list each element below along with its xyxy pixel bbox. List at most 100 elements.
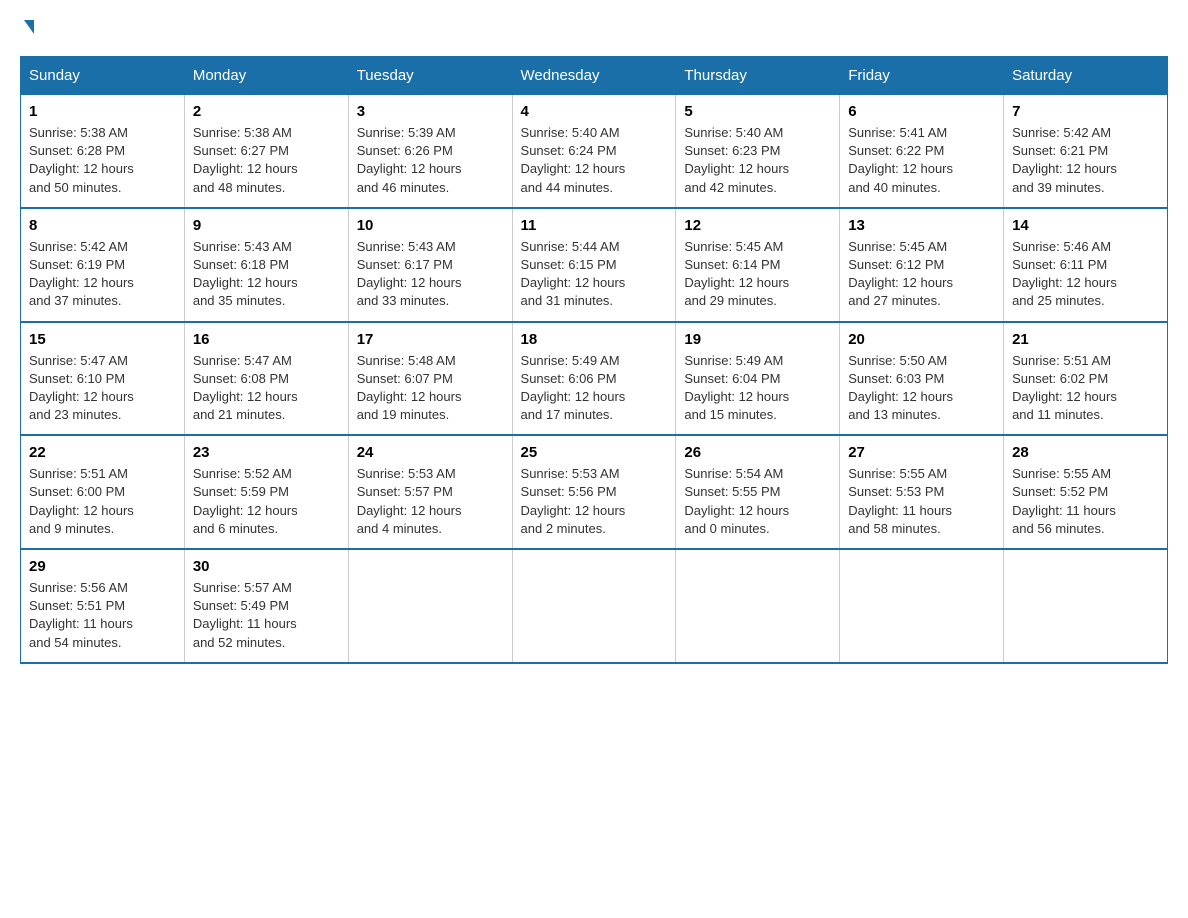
- day-info: Sunrise: 5:45 AMSunset: 6:14 PMDaylight:…: [684, 238, 831, 311]
- day-info: Sunrise: 5:52 AMSunset: 5:59 PMDaylight:…: [193, 465, 340, 538]
- calendar-week-row: 8 Sunrise: 5:42 AMSunset: 6:19 PMDaylight…: [21, 208, 1168, 322]
- day-info: Sunrise: 5:47 AMSunset: 6:10 PMDaylight:…: [29, 352, 176, 425]
- day-number: 25: [521, 444, 668, 461]
- empty-day-cell: [840, 549, 1004, 663]
- day-info: Sunrise: 5:55 AMSunset: 5:52 PMDaylight:…: [1012, 465, 1159, 538]
- day-info: Sunrise: 5:42 AMSunset: 6:21 PMDaylight:…: [1012, 124, 1159, 197]
- calendar-day-cell: 24 Sunrise: 5:53 AMSunset: 5:57 PMDayligh…: [348, 435, 512, 549]
- weekday-header-wednesday: Wednesday: [512, 57, 676, 95]
- weekday-header-monday: Monday: [184, 57, 348, 95]
- calendar-day-cell: 7 Sunrise: 5:42 AMSunset: 6:21 PMDaylight…: [1004, 95, 1168, 208]
- day-info: Sunrise: 5:48 AMSunset: 6:07 PMDaylight:…: [357, 352, 504, 425]
- day-number: 4: [521, 103, 668, 120]
- calendar-day-cell: 8 Sunrise: 5:42 AMSunset: 6:19 PMDaylight…: [21, 208, 185, 322]
- weekday-header-saturday: Saturday: [1004, 57, 1168, 95]
- weekday-header-friday: Friday: [840, 57, 1004, 95]
- day-info: Sunrise: 5:46 AMSunset: 6:11 PMDaylight:…: [1012, 238, 1159, 311]
- calendar-day-cell: 1 Sunrise: 5:38 AMSunset: 6:28 PMDaylight…: [21, 95, 185, 208]
- weekday-header-row: SundayMondayTuesdayWednesdayThursdayFrid…: [21, 57, 1168, 95]
- day-info: Sunrise: 5:49 AMSunset: 6:04 PMDaylight:…: [684, 352, 831, 425]
- calendar-day-cell: 15 Sunrise: 5:47 AMSunset: 6:10 PMDayligh…: [21, 322, 185, 436]
- day-number: 27: [848, 444, 995, 461]
- day-info: Sunrise: 5:39 AMSunset: 6:26 PMDaylight:…: [357, 124, 504, 197]
- day-info: Sunrise: 5:42 AMSunset: 6:19 PMDaylight:…: [29, 238, 176, 311]
- calendar-day-cell: 4Sunrise: 5:40 AMSunset: 6:24 PMDaylight…: [512, 95, 676, 208]
- calendar-table: SundayMondayTuesdayWednesdayThursdayFrid…: [20, 56, 1168, 664]
- day-number: 2: [193, 103, 340, 120]
- calendar-week-row: 15 Sunrise: 5:47 AMSunset: 6:10 PMDayligh…: [21, 322, 1168, 436]
- day-info: Sunrise: 5:43 AMSunset: 6:18 PMDaylight:…: [193, 238, 340, 311]
- day-number: 13: [848, 217, 995, 234]
- calendar-day-cell: 9 Sunrise: 5:43 AMSunset: 6:18 PMDaylight…: [184, 208, 348, 322]
- calendar-day-cell: 25 Sunrise: 5:53 AMSunset: 5:56 PMDayligh…: [512, 435, 676, 549]
- calendar-day-cell: 2 Sunrise: 5:38 AMSunset: 6:27 PMDaylight…: [184, 95, 348, 208]
- day-number: 12: [684, 217, 831, 234]
- calendar-day-cell: 30Sunrise: 5:57 AMSunset: 5:49 PMDayligh…: [184, 549, 348, 663]
- calendar-day-cell: 19 Sunrise: 5:49 AMSunset: 6:04 PMDayligh…: [676, 322, 840, 436]
- day-number: 1: [29, 103, 176, 120]
- day-number: 30: [193, 558, 340, 575]
- day-number: 17: [357, 331, 504, 348]
- day-info: Sunrise: 5:50 AMSunset: 6:03 PMDaylight:…: [848, 352, 995, 425]
- empty-day-cell: [512, 549, 676, 663]
- calendar-day-cell: 14 Sunrise: 5:46 AMSunset: 6:11 PMDayligh…: [1004, 208, 1168, 322]
- day-info: Sunrise: 5:38 AMSunset: 6:28 PMDaylight:…: [29, 124, 176, 197]
- day-info: Sunrise: 5:40 AMSunset: 6:23 PMDaylight:…: [684, 124, 831, 197]
- day-number: 3: [357, 103, 504, 120]
- day-number: 11: [521, 217, 668, 234]
- day-info: Sunrise: 5:53 AMSunset: 5:56 PMDaylight:…: [521, 465, 668, 538]
- calendar-day-cell: 5 Sunrise: 5:40 AMSunset: 6:23 PMDaylight…: [676, 95, 840, 208]
- calendar-day-cell: 22Sunrise: 5:51 AMSunset: 6:00 PMDayligh…: [21, 435, 185, 549]
- logo: [20, 20, 34, 36]
- calendar-day-cell: 27 Sunrise: 5:55 AMSunset: 5:53 PMDayligh…: [840, 435, 1004, 549]
- day-number: 10: [357, 217, 504, 234]
- calendar-day-cell: 6 Sunrise: 5:41 AMSunset: 6:22 PMDaylight…: [840, 95, 1004, 208]
- day-number: 9: [193, 217, 340, 234]
- weekday-header-tuesday: Tuesday: [348, 57, 512, 95]
- day-number: 8: [29, 217, 176, 234]
- day-number: 26: [684, 444, 831, 461]
- day-number: 15: [29, 331, 176, 348]
- day-info: Sunrise: 5:49 AMSunset: 6:06 PMDaylight:…: [521, 352, 668, 425]
- calendar-day-cell: 28 Sunrise: 5:55 AMSunset: 5:52 PMDayligh…: [1004, 435, 1168, 549]
- day-number: 19: [684, 331, 831, 348]
- empty-day-cell: [1004, 549, 1168, 663]
- day-info: Sunrise: 5:38 AMSunset: 6:27 PMDaylight:…: [193, 124, 340, 197]
- day-info: Sunrise: 5:51 AMSunset: 6:00 PMDaylight:…: [29, 465, 176, 538]
- day-info: Sunrise: 5:51 AMSunset: 6:02 PMDaylight:…: [1012, 352, 1159, 425]
- calendar-day-cell: 21Sunrise: 5:51 AMSunset: 6:02 PMDayligh…: [1004, 322, 1168, 436]
- day-info: Sunrise: 5:44 AMSunset: 6:15 PMDaylight:…: [521, 238, 668, 311]
- day-number: 29: [29, 558, 176, 575]
- calendar-week-row: 1 Sunrise: 5:38 AMSunset: 6:28 PMDaylight…: [21, 95, 1168, 208]
- calendar-day-cell: 26 Sunrise: 5:54 AMSunset: 5:55 PMDayligh…: [676, 435, 840, 549]
- calendar-day-cell: 3 Sunrise: 5:39 AMSunset: 6:26 PMDaylight…: [348, 95, 512, 208]
- day-info: Sunrise: 5:55 AMSunset: 5:53 PMDaylight:…: [848, 465, 995, 538]
- calendar-day-cell: 11 Sunrise: 5:44 AMSunset: 6:15 PMDayligh…: [512, 208, 676, 322]
- day-info: Sunrise: 5:43 AMSunset: 6:17 PMDaylight:…: [357, 238, 504, 311]
- calendar-day-cell: 20 Sunrise: 5:50 AMSunset: 6:03 PMDayligh…: [840, 322, 1004, 436]
- day-info: Sunrise: 5:56 AMSunset: 5:51 PMDaylight:…: [29, 579, 176, 652]
- calendar-day-cell: 10 Sunrise: 5:43 AMSunset: 6:17 PMDayligh…: [348, 208, 512, 322]
- day-number: 6: [848, 103, 995, 120]
- logo-triangle-icon: [24, 20, 34, 34]
- calendar-week-row: 29 Sunrise: 5:56 AMSunset: 5:51 PMDayligh…: [21, 549, 1168, 663]
- calendar-day-cell: 18Sunrise: 5:49 AMSunset: 6:06 PMDayligh…: [512, 322, 676, 436]
- calendar-day-cell: 23 Sunrise: 5:52 AMSunset: 5:59 PMDayligh…: [184, 435, 348, 549]
- day-info: Sunrise: 5:41 AMSunset: 6:22 PMDaylight:…: [848, 124, 995, 197]
- day-info: Sunrise: 5:53 AMSunset: 5:57 PMDaylight:…: [357, 465, 504, 538]
- weekday-header-thursday: Thursday: [676, 57, 840, 95]
- day-number: 7: [1012, 103, 1159, 120]
- calendar-day-cell: 29 Sunrise: 5:56 AMSunset: 5:51 PMDayligh…: [21, 549, 185, 663]
- day-info: Sunrise: 5:45 AMSunset: 6:12 PMDaylight:…: [848, 238, 995, 311]
- day-number: 20: [848, 331, 995, 348]
- empty-day-cell: [676, 549, 840, 663]
- day-info: Sunrise: 5:54 AMSunset: 5:55 PMDaylight:…: [684, 465, 831, 538]
- day-number: 5: [684, 103, 831, 120]
- page-header: [20, 20, 1168, 36]
- day-number: 28: [1012, 444, 1159, 461]
- day-number: 24: [357, 444, 504, 461]
- day-number: 14: [1012, 217, 1159, 234]
- calendar-day-cell: 17 Sunrise: 5:48 AMSunset: 6:07 PMDayligh…: [348, 322, 512, 436]
- day-number: 23: [193, 444, 340, 461]
- calendar-week-row: 22Sunrise: 5:51 AMSunset: 6:00 PMDayligh…: [21, 435, 1168, 549]
